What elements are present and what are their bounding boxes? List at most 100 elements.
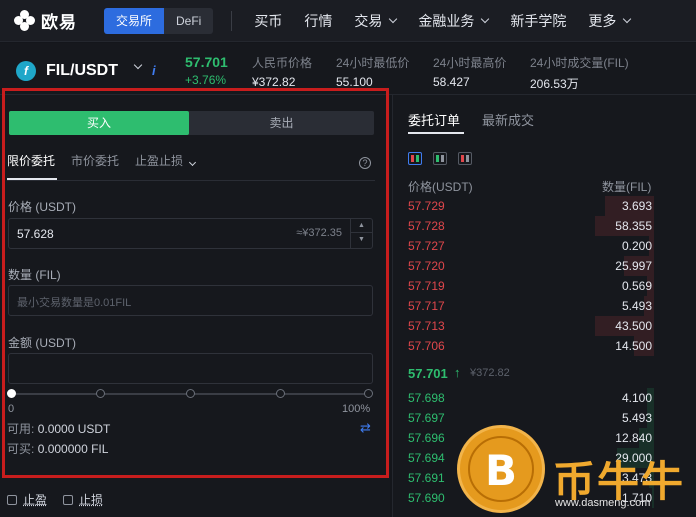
top-nav: 欧易 交易所 DeFi 买币 行情 交易 金融业务 新手学院 更多 — [0, 0, 696, 42]
price-stepper[interactable]: ▲ ▼ — [350, 219, 372, 248]
row-qty: 0.200 — [621, 239, 652, 253]
available-balance: 可用: 0.0000 USDT — [7, 422, 111, 436]
arrow-up-icon: ↑ — [454, 365, 461, 380]
take-profit-checkbox[interactable]: 止盈 — [7, 491, 47, 508]
row-price: 57.727 — [408, 239, 445, 253]
pair-selector[interactable]: FIL/USDT — [46, 62, 118, 80]
buyable-amount: 可买: 0.000000 FIL — [7, 442, 109, 456]
brand-name: 欧易 — [41, 13, 77, 32]
okex-logo-icon — [14, 9, 36, 32]
chevron-down-icon — [481, 14, 490, 23]
row-qty: 3.693 — [621, 199, 652, 213]
active-tab-indicator — [7, 178, 57, 180]
slider-min-label: 0 — [8, 403, 15, 415]
ask-row[interactable]: 57.713 43.500 — [408, 316, 654, 336]
chevron-down-icon — [188, 158, 197, 167]
transfer-icon[interactable]: ⇄ — [360, 420, 371, 436]
slider-mark-25[interactable] — [96, 389, 105, 398]
tab-stop-order[interactable]: 止盈止损 — [135, 152, 197, 169]
row-price: 57.691 — [408, 471, 445, 485]
help-icon[interactable]: ? — [359, 157, 371, 169]
sell-tab[interactable]: 卖出 — [189, 111, 374, 135]
price-column-header: 价格(USDT) — [408, 180, 473, 194]
row-price: 57.719 — [408, 279, 445, 293]
row-price: 57.720 — [408, 259, 445, 273]
nav-academy[interactable]: 新手学院 — [510, 11, 566, 31]
buy-tab[interactable]: 买入 — [9, 111, 189, 135]
row-price: 57.697 — [408, 411, 445, 425]
view-asks-icon[interactable] — [458, 152, 472, 165]
slider-mark-75[interactable] — [276, 389, 285, 398]
chevron-down-icon — [623, 14, 632, 23]
nav-finance[interactable]: 金融业务 — [418, 11, 490, 31]
nav-more[interactable]: 更多 — [588, 11, 632, 31]
price-input[interactable]: 57.628 ≈¥372.35 ▲ ▼ — [8, 218, 373, 249]
tab-order-book[interactable]: 委托订单 — [408, 110, 460, 129]
row-qty: 58.355 — [615, 219, 652, 233]
row-price: 57.696 — [408, 431, 445, 445]
row-price: 57.698 — [408, 391, 445, 405]
amount-placeholder: 最小交易数量是0.01FIL — [17, 297, 132, 309]
slider-mark-50[interactable] — [186, 389, 195, 398]
stat-cny-price: 人民币价格 ¥372.82 — [252, 56, 313, 89]
step-down-icon[interactable]: ▼ — [351, 233, 372, 247]
order-type-tabs: 限价委托 市价委托 止盈止损 — [7, 152, 375, 181]
stat-24h-volume: 24小时成交量(FIL) 206.53万 — [530, 56, 629, 91]
stop-loss-checkbox[interactable]: 止损 — [63, 491, 103, 508]
step-up-icon[interactable]: ▲ — [351, 219, 372, 233]
ask-row[interactable]: 57.717 5.493 — [408, 296, 654, 316]
row-price: 57.729 — [408, 199, 445, 213]
amount-input[interactable]: 最小交易数量是0.01FIL — [8, 285, 373, 316]
row-qty: 0.569 — [621, 279, 652, 293]
info-icon[interactable]: i — [152, 63, 164, 78]
tab-exchange[interactable]: 交易所 — [104, 7, 165, 34]
row-price: 57.713 — [408, 319, 445, 333]
amount-slider[interactable] — [7, 389, 373, 398]
row-qty: 4.100 — [621, 391, 652, 405]
tab-market-order[interactable]: 市价委托 — [71, 152, 119, 169]
price-value: 57.628 — [17, 227, 54, 241]
total-label: 金额 (USDT) — [8, 336, 76, 350]
stat-24h-low: 24小时最低价 55.100 — [336, 56, 410, 89]
qty-column-header: 数量(FIL) — [602, 180, 652, 194]
bitcoin-watermark-icon: B — [457, 425, 545, 513]
ask-row[interactable]: 57.729 3.693 — [408, 196, 654, 216]
ask-row[interactable]: 57.720 25.997 — [408, 256, 654, 276]
ask-row[interactable]: 57.719 0.569 — [408, 276, 654, 296]
chevron-down-icon[interactable] — [133, 60, 143, 70]
row-qty: 43.500 — [615, 319, 652, 333]
view-bids-icon[interactable] — [433, 152, 447, 165]
fil-coin-icon: f — [16, 61, 36, 81]
slider-mark-100[interactable] — [364, 389, 373, 398]
ask-row[interactable]: 57.706 14.500 — [408, 336, 654, 356]
buy-sell-toggle: 买入 卖出 — [9, 111, 374, 135]
nav-markets[interactable]: 行情 — [304, 11, 332, 31]
price-label: 价格 (USDT) — [8, 200, 76, 214]
ticker-bar: f FIL/USDT i 57.701 +3.76% 人民币价格 ¥372.82 … — [0, 43, 696, 95]
row-price: 57.690 — [408, 491, 445, 505]
bid-row[interactable]: 57.698 4.100 — [408, 388, 654, 408]
row-price: 57.706 — [408, 339, 445, 353]
slider-handle[interactable] — [7, 389, 16, 398]
bid-row[interactable]: 57.697 5.493 — [408, 408, 654, 428]
row-price: 57.717 — [408, 299, 445, 313]
nav-divider — [231, 10, 233, 31]
row-price: 57.694 — [408, 451, 445, 465]
brand-logo[interactable]: 欧易 — [14, 8, 92, 33]
total-input[interactable] — [8, 353, 373, 384]
row-qty: 25.997 — [615, 259, 652, 273]
nav-trade[interactable]: 交易 — [354, 11, 398, 31]
row-qty: 5.493 — [621, 411, 652, 425]
mode-switch: 交易所 DeFi — [104, 7, 214, 34]
ask-row[interactable]: 57.728 58.355 — [408, 216, 654, 236]
tab-defi[interactable]: DeFi — [164, 7, 214, 34]
price-change: +3.76% — [185, 73, 227, 87]
tab-latest-trades[interactable]: 最新成交 — [482, 110, 534, 129]
nav-buy-crypto[interactable]: 买币 — [254, 11, 282, 31]
amount-label: 数量 (FIL) — [8, 268, 61, 282]
tab-limit-order[interactable]: 限价委托 — [7, 152, 55, 169]
watermark-url: www.dasmeng.com — [555, 497, 651, 509]
view-both-icon[interactable] — [408, 152, 422, 165]
chevron-down-icon — [389, 14, 398, 23]
ask-row[interactable]: 57.727 0.200 — [408, 236, 654, 256]
